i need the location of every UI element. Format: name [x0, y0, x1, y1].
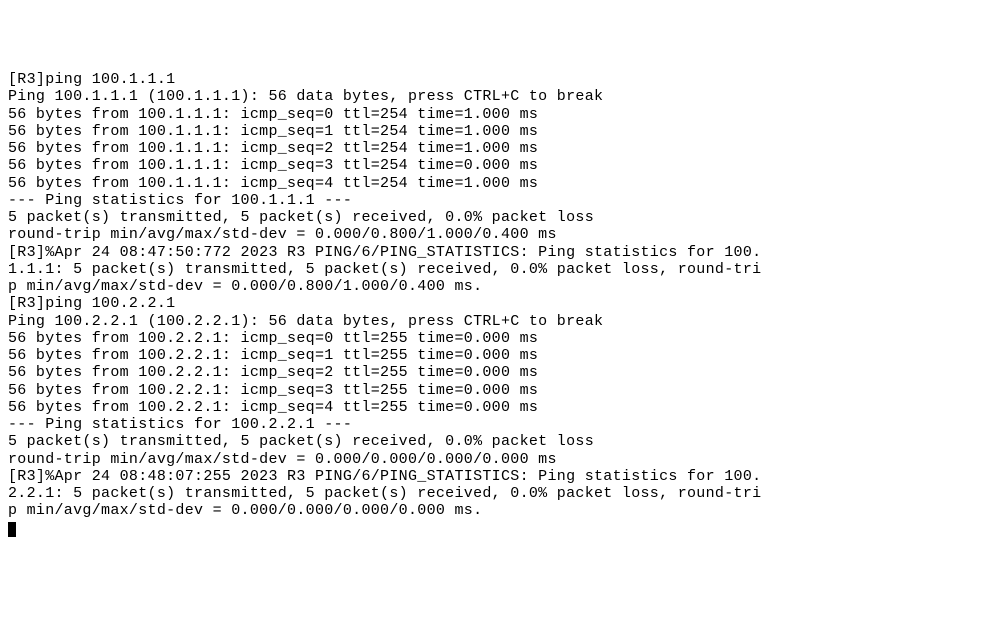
- terminal-line: 56 bytes from 100.2.2.1: icmp_seq=4 ttl=…: [8, 399, 980, 416]
- terminal-line: [R3]ping 100.1.1.1: [8, 71, 980, 88]
- terminal-line: 5 packet(s) transmitted, 5 packet(s) rec…: [8, 433, 980, 450]
- terminal-line: 56 bytes from 100.1.1.1: icmp_seq=2 ttl=…: [8, 140, 980, 157]
- terminal-line: p min/avg/max/std-dev = 0.000/0.800/1.00…: [8, 278, 980, 295]
- terminal-line: 56 bytes from 100.2.2.1: icmp_seq=1 ttl=…: [8, 347, 980, 364]
- terminal-line: Ping 100.1.1.1 (100.1.1.1): 56 data byte…: [8, 88, 980, 105]
- terminal-line: round-trip min/avg/max/std-dev = 0.000/0…: [8, 226, 980, 243]
- terminal-line: 56 bytes from 100.2.2.1: icmp_seq=2 ttl=…: [8, 364, 980, 381]
- terminal-line: 56 bytes from 100.1.1.1: icmp_seq=3 ttl=…: [8, 157, 980, 174]
- terminal-line: 56 bytes from 100.1.1.1: icmp_seq=4 ttl=…: [8, 175, 980, 192]
- terminal-line: 56 bytes from 100.2.2.1: icmp_seq=0 ttl=…: [8, 330, 980, 347]
- terminal-line: [R3]%Apr 24 08:47:50:772 2023 R3 PING/6/…: [8, 244, 980, 261]
- terminal-line: --- Ping statistics for 100.2.2.1 ---: [8, 416, 980, 433]
- terminal-line: 56 bytes from 100.1.1.1: icmp_seq=0 ttl=…: [8, 106, 980, 123]
- terminal-line: 56 bytes from 100.1.1.1: icmp_seq=1 ttl=…: [8, 123, 980, 140]
- terminal-line: round-trip min/avg/max/std-dev = 0.000/0…: [8, 451, 980, 468]
- cursor-icon: [8, 522, 16, 537]
- terminal-line: 56 bytes from 100.2.2.1: icmp_seq=3 ttl=…: [8, 382, 980, 399]
- terminal-line: p min/avg/max/std-dev = 0.000/0.000/0.00…: [8, 502, 980, 519]
- terminal-line: 1.1.1: 5 packet(s) transmitted, 5 packet…: [8, 261, 980, 278]
- terminal-line: 5 packet(s) transmitted, 5 packet(s) rec…: [8, 209, 980, 226]
- terminal-line: Ping 100.2.2.1 (100.2.2.1): 56 data byte…: [8, 313, 980, 330]
- terminal-line: 2.2.1: 5 packet(s) transmitted, 5 packet…: [8, 485, 980, 502]
- terminal-line: --- Ping statistics for 100.1.1.1 ---: [8, 192, 980, 209]
- terminal-line: [R3]ping 100.2.2.1: [8, 295, 980, 312]
- terminal-line: [R3]%Apr 24 08:48:07:255 2023 R3 PING/6/…: [8, 468, 980, 485]
- terminal-output[interactable]: [R3]ping 100.1.1.1Ping 100.1.1.1 (100.1.…: [8, 71, 980, 537]
